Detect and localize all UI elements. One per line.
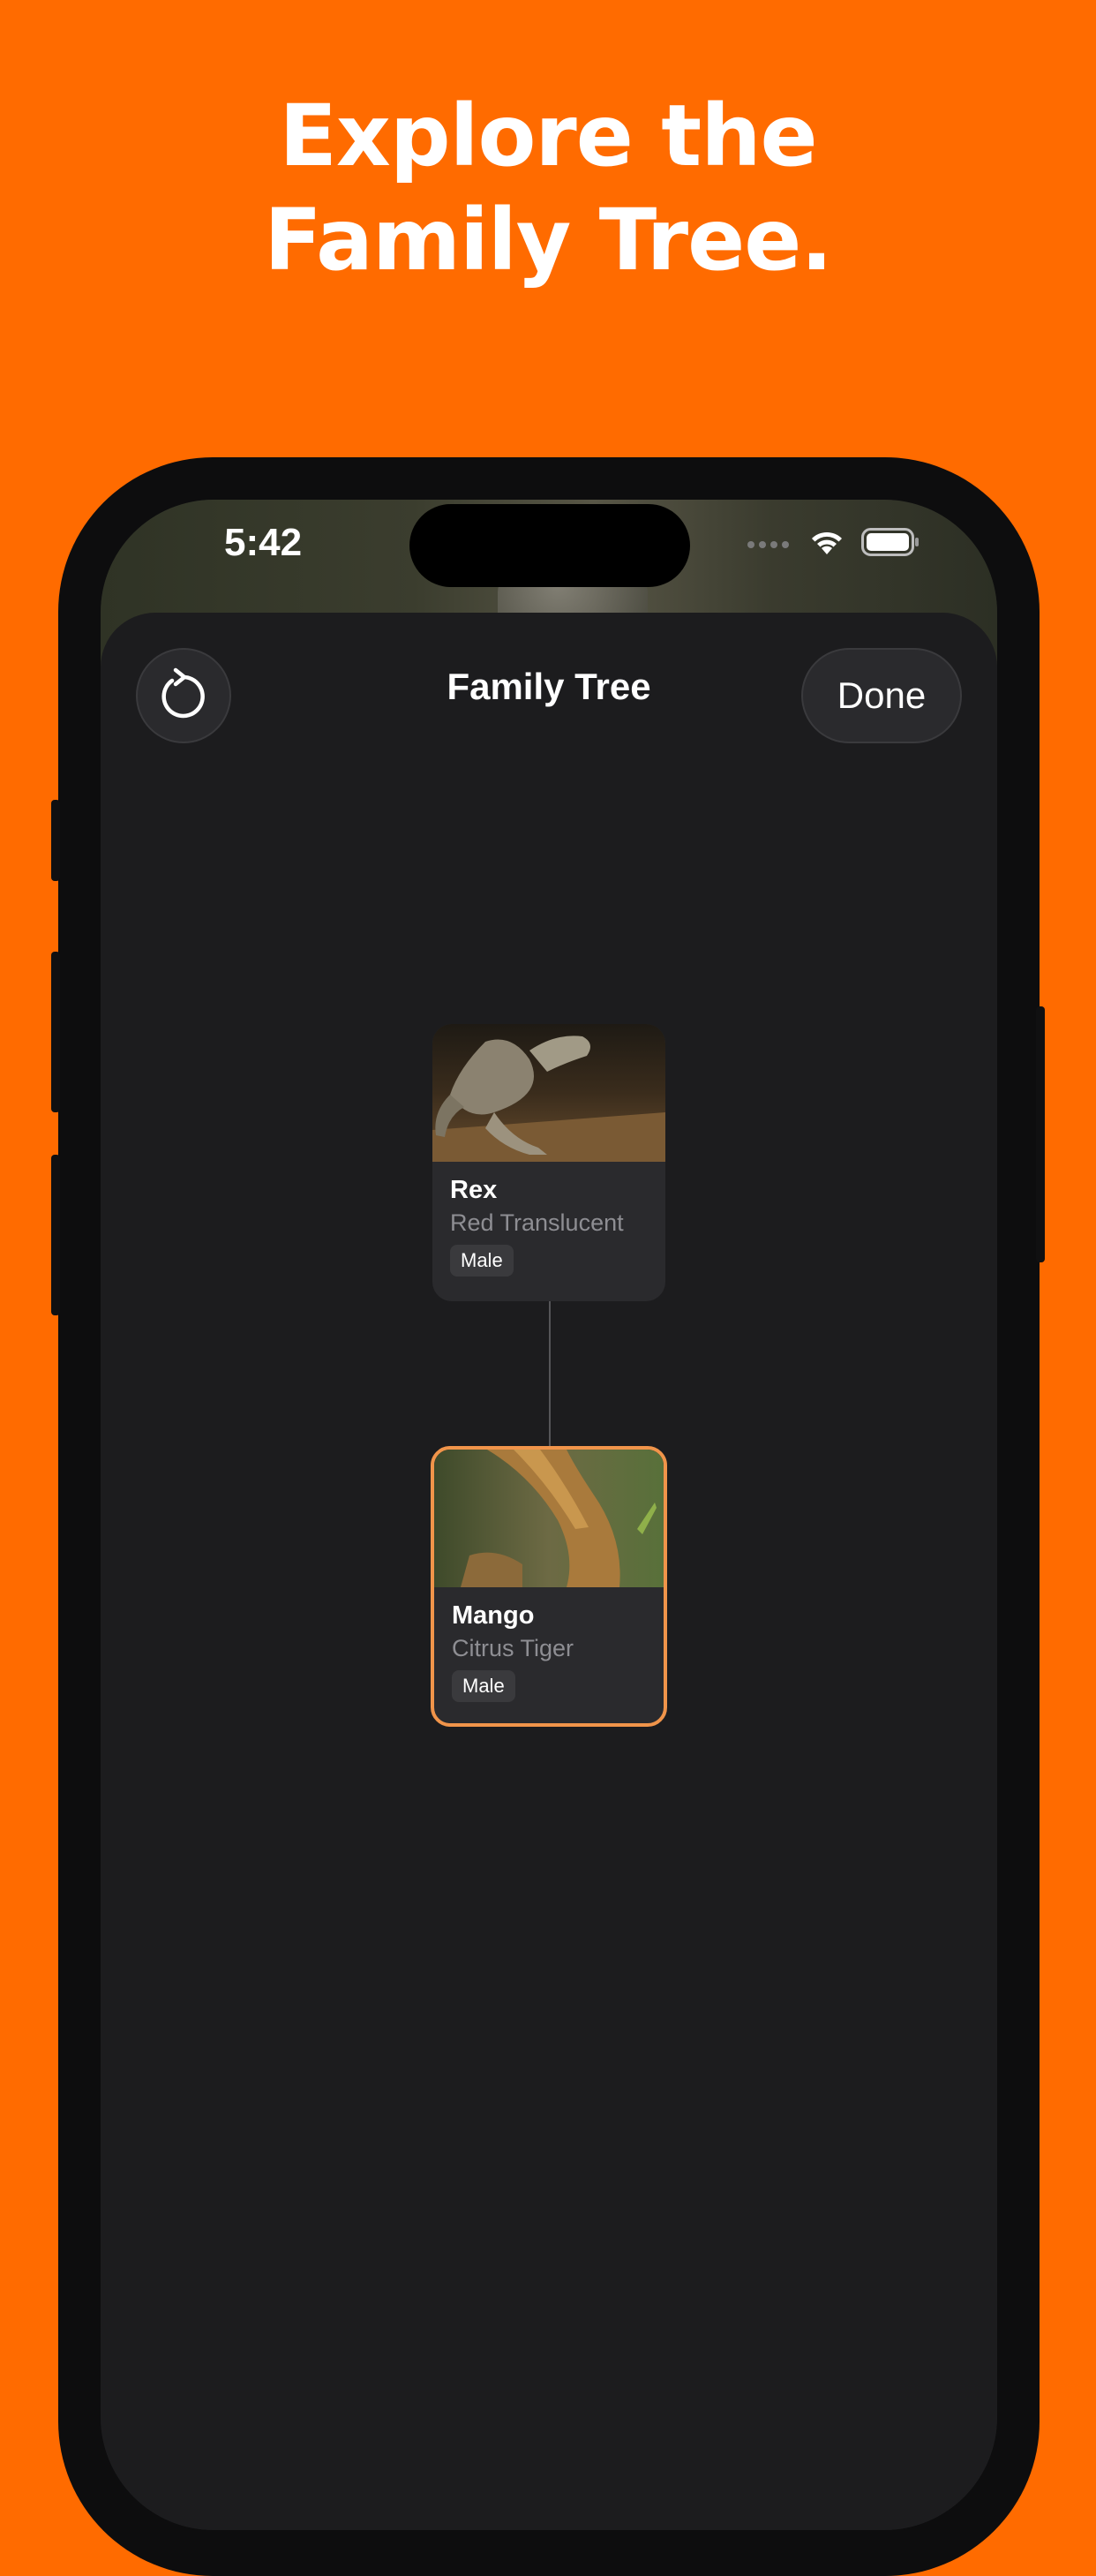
rex-photo bbox=[432, 1024, 665, 1162]
wifi-icon bbox=[808, 528, 845, 560]
family-tree-sheet: Family Tree Done Rex Red Translucent Mal… bbox=[101, 613, 997, 2530]
reset-button[interactable] bbox=[136, 648, 231, 743]
volume-down-button bbox=[51, 1155, 60, 1315]
status-icons bbox=[747, 528, 920, 560]
card-morph: Citrus Tiger bbox=[452, 1635, 574, 1661]
dynamic-island bbox=[409, 504, 690, 587]
tree-card-mango[interactable]: Mango Citrus Tiger Male bbox=[431, 1446, 667, 1727]
action-button bbox=[51, 800, 60, 881]
done-button[interactable]: Done bbox=[801, 648, 962, 743]
card-name: Rex bbox=[450, 1176, 498, 1204]
phone-screen: 5:42 Family Tree Done Rex Red Translucen… bbox=[101, 500, 997, 2530]
status-time: 5:42 bbox=[224, 521, 303, 564]
rotate-ccw-icon bbox=[159, 667, 208, 725]
power-button bbox=[1036, 1006, 1045, 1262]
tree-connector-line bbox=[549, 1301, 551, 1450]
headline-line-2: Family Tree. bbox=[264, 191, 833, 290]
headline-line-1: Explore the bbox=[279, 87, 817, 185]
sex-badge: Male bbox=[452, 1670, 515, 1702]
marketing-headline: Explore the Family Tree. bbox=[0, 84, 1096, 292]
card-morph: Red Translucent bbox=[450, 1209, 624, 1236]
cellular-signal-icon bbox=[747, 536, 792, 553]
mango-photo bbox=[434, 1450, 664, 1587]
battery-icon bbox=[861, 528, 920, 560]
sex-badge: Male bbox=[450, 1245, 514, 1277]
page-title: Family Tree bbox=[447, 666, 651, 707]
volume-up-button bbox=[51, 952, 60, 1112]
card-name: Mango bbox=[452, 1601, 535, 1630]
tree-card-rex[interactable]: Rex Red Translucent Male bbox=[432, 1024, 665, 1301]
